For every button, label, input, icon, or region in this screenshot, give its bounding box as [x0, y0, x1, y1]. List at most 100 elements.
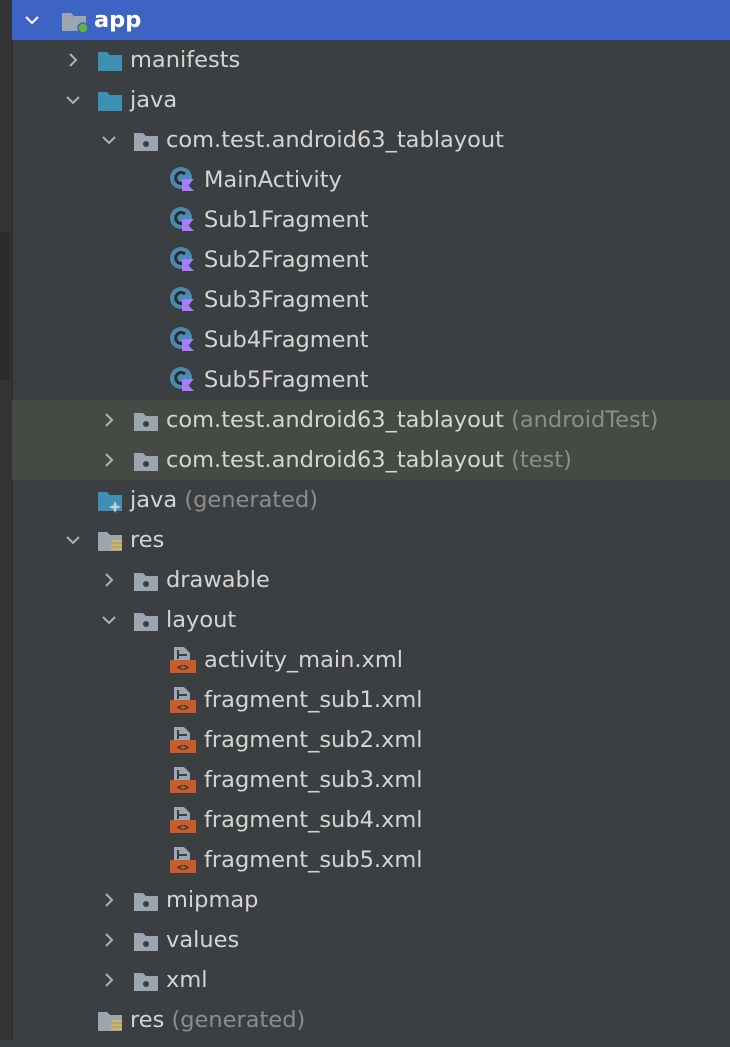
chevron-right-icon[interactable]	[99, 880, 121, 920]
tree-row-label: com.test.android63_tablayout (test)	[166, 440, 572, 480]
tree-row-name: fragment_sub4.xml	[204, 807, 423, 833]
layout-xml-icon: <>	[168, 845, 196, 874]
tree-row-label: manifests	[130, 40, 240, 80]
tree-row-label: com.test.android63_tablayout	[166, 120, 504, 160]
tree-row[interactable]: app	[12, 0, 730, 40]
tree-row-name: Sub1Fragment	[204, 207, 369, 233]
tree-row[interactable]: Sub2Fragment	[12, 240, 730, 280]
tree-row-label: fragment_sub4.xml	[204, 800, 423, 840]
tree-row-name: layout	[166, 607, 237, 633]
tree-row-label: fragment_sub1.xml	[204, 680, 423, 720]
tree-row[interactable]: com.test.android63_tablayout (test)	[12, 440, 730, 480]
tree-row[interactable]: MainActivity	[12, 160, 730, 200]
chevron-right-icon[interactable]	[63, 40, 85, 80]
chevron-right-icon[interactable]	[99, 560, 121, 600]
chevron-down-icon[interactable]	[99, 120, 121, 160]
tree-row-name: java	[130, 87, 178, 113]
tree-row-label: res	[130, 520, 164, 560]
tree-row-name: Sub3Fragment	[204, 287, 369, 313]
tree-row[interactable]: layout	[12, 600, 730, 640]
chevron-down-icon[interactable]	[63, 80, 85, 120]
tree-row-label: Sub3Fragment	[204, 280, 369, 320]
tree-row-label: Sub2Fragment	[204, 240, 369, 280]
tree-row-label: xml	[166, 960, 207, 1000]
tree-row-label: activity_main.xml	[204, 640, 403, 680]
folder-generated-icon	[96, 487, 124, 513]
tree-row-name: res	[130, 527, 165, 553]
kotlin-class-icon	[168, 165, 196, 191]
layout-xml-icon: <>	[168, 805, 196, 834]
package-icon	[132, 127, 160, 153]
tree-row[interactable]: com.test.android63_tablayout (androidTes…	[12, 400, 730, 440]
tree-row-name: com.test.android63_tablayout	[166, 407, 504, 433]
chevron-right-icon[interactable]	[99, 400, 121, 440]
module-icon	[60, 7, 89, 34]
svg-text:<>: <>	[177, 863, 189, 874]
tree-row-label: Sub4Fragment	[204, 320, 369, 360]
tree-row[interactable]: java	[12, 80, 730, 120]
svg-text:<>: <>	[177, 823, 189, 834]
tree-row-label: fragment_sub2.xml	[204, 720, 423, 760]
chevron-right-icon[interactable]	[99, 440, 121, 480]
chevron-down-icon[interactable]	[99, 600, 121, 640]
tree-row[interactable]: Sub1Fragment	[12, 200, 730, 240]
package-icon	[132, 967, 160, 993]
svg-text:<>: <>	[177, 663, 189, 674]
tree-row-label: res (generated)	[130, 1000, 305, 1040]
tool-strip-segment	[0, 232, 10, 380]
package-icon	[132, 887, 160, 913]
tree-row[interactable]: <> fragment_sub3.xml	[12, 760, 730, 800]
tree-row[interactable]: Sub4Fragment	[12, 320, 730, 360]
chevron-right-icon[interactable]	[99, 920, 121, 960]
package-icon	[132, 447, 160, 473]
tree-row[interactable]: Sub3Fragment	[12, 280, 730, 320]
tree-row-name: com.test.android63_tablayout	[166, 127, 504, 153]
tree-row-name: mipmap	[166, 887, 259, 913]
tree-row[interactable]: res (generated)	[12, 1000, 730, 1040]
kotlin-class-icon	[168, 365, 196, 391]
tree-row[interactable]: <> activity_main.xml	[12, 640, 730, 680]
tree-row[interactable]: xml	[12, 960, 730, 1000]
kotlin-class-icon	[168, 325, 196, 351]
tree-row-name: Sub4Fragment	[204, 327, 369, 353]
folder-blue-icon	[96, 47, 124, 73]
tree-row[interactable]: drawable	[12, 560, 730, 600]
tree-row-name: com.test.android63_tablayout	[166, 447, 504, 473]
chevron-right-icon[interactable]	[99, 960, 121, 1000]
tree-row[interactable]: <> fragment_sub5.xml	[12, 840, 730, 880]
tree-row-name: res	[130, 1007, 165, 1033]
layout-xml-icon: <>	[168, 645, 196, 674]
tree-row-name: values	[166, 927, 240, 953]
tree-row[interactable]: res	[12, 520, 730, 560]
tree-row-name: fragment_sub5.xml	[204, 847, 423, 873]
folder-res-icon	[96, 527, 124, 553]
tree-row[interactable]: mipmap	[12, 880, 730, 920]
package-icon	[132, 407, 160, 433]
layout-xml-icon: <>	[168, 765, 196, 794]
tree-row-name: Sub5Fragment	[204, 367, 369, 393]
tree-row[interactable]: <> fragment_sub2.xml	[12, 720, 730, 760]
tree-row[interactable]: <> fragment_sub4.xml	[12, 800, 730, 840]
tree-row-label: layout	[166, 600, 236, 640]
tree-row-name: manifests	[130, 47, 241, 73]
tree-row[interactable]: com.test.android63_tablayout	[12, 120, 730, 160]
tree-row-label: Sub5Fragment	[204, 360, 369, 400]
kotlin-class-icon	[168, 285, 196, 311]
tree-row[interactable]: java (generated)	[12, 480, 730, 520]
tree-row[interactable]: <> fragment_sub1.xml	[12, 680, 730, 720]
tree-row-name: java	[130, 487, 178, 513]
chevron-down-icon[interactable]	[63, 520, 85, 560]
tree-row[interactable]: Sub5Fragment	[12, 360, 730, 400]
tree-row-name: fragment_sub3.xml	[204, 767, 423, 793]
tree-row-suffix: (generated)	[184, 487, 319, 513]
tree-row[interactable]: values	[12, 920, 730, 960]
tree-row-label: Sub1Fragment	[204, 200, 369, 240]
tree-row-suffix: (androidTest)	[511, 407, 659, 433]
chevron-down-icon[interactable]	[22, 0, 44, 40]
tree-row-name: MainActivity	[204, 167, 342, 193]
kotlin-class-icon	[168, 205, 196, 231]
tree-row-label: app	[94, 0, 141, 40]
tree-row[interactable]: manifests	[12, 40, 730, 80]
tree-row-label: com.test.android63_tablayout (androidTes…	[166, 400, 658, 440]
project-tree[interactable]: app manifests java com.test.android63_ta…	[12, 0, 730, 1040]
